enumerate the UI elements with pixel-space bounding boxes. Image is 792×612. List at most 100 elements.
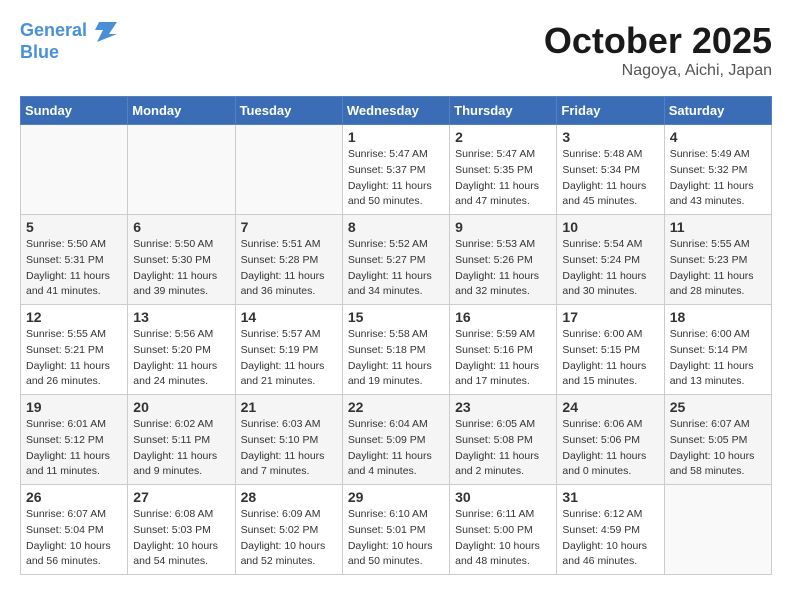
day-info: Sunrise: 6:07 AM Sunset: 5:04 PM Dayligh… — [26, 507, 122, 570]
location: Nagoya, Aichi, Japan — [544, 62, 772, 80]
day-number: 1 — [348, 129, 444, 145]
calendar-cell: 19Sunrise: 6:01 AM Sunset: 5:12 PM Dayli… — [21, 395, 128, 485]
day-info: Sunrise: 5:50 AM Sunset: 5:31 PM Dayligh… — [26, 237, 122, 300]
calendar-cell: 16 Sunrise: 5:59 AM Sunset: 5:16 PM Dayli… — [450, 305, 557, 395]
calendar-cell: 18 Sunrise: 6:00 AM Sunset: 5:14 PM Dayli… — [664, 305, 771, 395]
calendar-cell: 1Sunrise: 5:47 AM Sunset: 5:37 PM Daylig… — [342, 125, 449, 215]
day-info: Sunrise: 5:51 AM Sunset: 5:28 PM Dayligh… — [241, 237, 337, 300]
calendar-cell: 6 Sunrise: 5:50 AM Sunset: 5:30 PM Daylig… — [128, 215, 235, 305]
day-info: Sunrise: 5:47 AM Sunset: 5:35 PM Dayligh… — [455, 147, 551, 210]
day-info: Sunrise: 6:06 AM Sunset: 5:06 PM Dayligh… — [562, 417, 658, 480]
day-info: Sunrise: 5:52 AM Sunset: 5:27 PM Dayligh… — [348, 237, 444, 300]
calendar-header-thursday: Thursday — [450, 97, 557, 125]
day-number: 13 — [133, 309, 229, 325]
calendar-week-2: 5Sunrise: 5:50 AM Sunset: 5:31 PM Daylig… — [21, 215, 772, 305]
calendar-week-4: 19Sunrise: 6:01 AM Sunset: 5:12 PM Dayli… — [21, 395, 772, 485]
calendar-cell: 13 Sunrise: 5:56 AM Sunset: 5:20 PM Dayli… — [128, 305, 235, 395]
day-number: 10 — [562, 219, 658, 235]
day-info: Sunrise: 6:11 AM Sunset: 5:00 PM Dayligh… — [455, 507, 551, 570]
calendar-cell: 23Sunrise: 6:05 AM Sunset: 5:08 PM Dayli… — [450, 395, 557, 485]
calendar-cell: 27 Sunrise: 6:08 AM Sunset: 5:03 PM Dayli… — [128, 485, 235, 575]
calendar-cell — [128, 125, 235, 215]
calendar-cell: 14 Sunrise: 5:57 AM Sunset: 5:19 PM Dayli… — [235, 305, 342, 395]
day-number: 20 — [133, 399, 229, 415]
calendar-cell: 29Sunrise: 6:10 AM Sunset: 5:01 PM Dayli… — [342, 485, 449, 575]
day-number: 28 — [241, 489, 337, 505]
calendar-cell: 10 Sunrise: 5:54 AM Sunset: 5:24 PM Dayli… — [557, 215, 664, 305]
day-number: 27 — [133, 489, 229, 505]
day-info: Sunrise: 6:10 AM Sunset: 5:01 PM Dayligh… — [348, 507, 444, 570]
day-number: 12 — [26, 309, 122, 325]
calendar-cell: 12 Sunrise: 5:55 AM Sunset: 5:21 PM Dayli… — [21, 305, 128, 395]
day-info: Sunrise: 6:08 AM Sunset: 5:03 PM Dayligh… — [133, 507, 229, 570]
month-title: October 2025 — [544, 20, 772, 62]
calendar-week-1: 1Sunrise: 5:47 AM Sunset: 5:37 PM Daylig… — [21, 125, 772, 215]
day-number: 6 — [133, 219, 229, 235]
calendar-header-saturday: Saturday — [664, 97, 771, 125]
day-number: 16 — [455, 309, 551, 325]
day-info: Sunrise: 5:48 AM Sunset: 5:34 PM Dayligh… — [562, 147, 658, 210]
calendar-cell: 5Sunrise: 5:50 AM Sunset: 5:31 PM Daylig… — [21, 215, 128, 305]
day-info: Sunrise: 6:04 AM Sunset: 5:09 PM Dayligh… — [348, 417, 444, 480]
day-info: Sunrise: 6:09 AM Sunset: 5:02 PM Dayligh… — [241, 507, 337, 570]
day-number: 2 — [455, 129, 551, 145]
day-info: Sunrise: 5:59 AM Sunset: 5:16 PM Dayligh… — [455, 327, 551, 390]
day-number: 31 — [562, 489, 658, 505]
day-number: 15 — [348, 309, 444, 325]
title-block: October 2025 Nagoya, Aichi, Japan — [544, 20, 772, 80]
day-info: Sunrise: 6:03 AM Sunset: 5:10 PM Dayligh… — [241, 417, 337, 480]
calendar-header-wednesday: Wednesday — [342, 97, 449, 125]
calendar-cell: 3 Sunrise: 5:48 AM Sunset: 5:34 PM Daylig… — [557, 125, 664, 215]
day-info: Sunrise: 5:50 AM Sunset: 5:30 PM Dayligh… — [133, 237, 229, 300]
calendar-cell: 2 Sunrise: 5:47 AM Sunset: 5:35 PM Daylig… — [450, 125, 557, 215]
calendar-cell: 21Sunrise: 6:03 AM Sunset: 5:10 PM Dayli… — [235, 395, 342, 485]
day-info: Sunrise: 5:55 AM Sunset: 5:21 PM Dayligh… — [26, 327, 122, 390]
calendar-cell: 15 Sunrise: 5:58 AM Sunset: 5:18 PM Dayli… — [342, 305, 449, 395]
day-number: 26 — [26, 489, 122, 505]
calendar-cell: 4 Sunrise: 5:49 AM Sunset: 5:32 PM Daylig… — [664, 125, 771, 215]
calendar-cell: 20Sunrise: 6:02 AM Sunset: 5:11 PM Dayli… — [128, 395, 235, 485]
calendar-cell: 24 Sunrise: 6:06 AM Sunset: 5:06 PM Dayli… — [557, 395, 664, 485]
day-number: 14 — [241, 309, 337, 325]
day-number: 4 — [670, 129, 766, 145]
day-number: 24 — [562, 399, 658, 415]
calendar-cell: 7 Sunrise: 5:51 AM Sunset: 5:28 PM Daylig… — [235, 215, 342, 305]
logo: General Blue — [20, 20, 117, 64]
day-info: Sunrise: 5:54 AM Sunset: 5:24 PM Dayligh… — [562, 237, 658, 300]
calendar-header-row: SundayMondayTuesdayWednesdayThursdayFrid… — [21, 97, 772, 125]
calendar-cell — [664, 485, 771, 575]
calendar-cell: 30 Sunrise: 6:11 AM Sunset: 5:00 PM Dayli… — [450, 485, 557, 575]
calendar-cell: 28 Sunrise: 6:09 AM Sunset: 5:02 PM Dayli… — [235, 485, 342, 575]
day-number: 8 — [348, 219, 444, 235]
calendar-header-monday: Monday — [128, 97, 235, 125]
day-number: 3 — [562, 129, 658, 145]
calendar-cell: 9Sunrise: 5:53 AM Sunset: 5:26 PM Daylig… — [450, 215, 557, 305]
calendar-header-friday: Friday — [557, 97, 664, 125]
calendar-cell — [235, 125, 342, 215]
day-number: 22 — [348, 399, 444, 415]
day-number: 7 — [241, 219, 337, 235]
day-info: Sunrise: 6:01 AM Sunset: 5:12 PM Dayligh… — [26, 417, 122, 480]
day-number: 23 — [455, 399, 551, 415]
calendar-cell: 8 Sunrise: 5:52 AM Sunset: 5:27 PM Daylig… — [342, 215, 449, 305]
calendar-cell — [21, 125, 128, 215]
day-info: Sunrise: 6:12 AM Sunset: 4:59 PM Dayligh… — [562, 507, 658, 570]
calendar: SundayMondayTuesdayWednesdayThursdayFrid… — [20, 96, 772, 575]
day-number: 25 — [670, 399, 766, 415]
day-info: Sunrise: 5:56 AM Sunset: 5:20 PM Dayligh… — [133, 327, 229, 390]
day-number: 18 — [670, 309, 766, 325]
calendar-cell: 31 Sunrise: 6:12 AM Sunset: 4:59 PM Dayli… — [557, 485, 664, 575]
day-info: Sunrise: 5:57 AM Sunset: 5:19 PM Dayligh… — [241, 327, 337, 390]
day-info: Sunrise: 6:00 AM Sunset: 5:15 PM Dayligh… — [562, 327, 658, 390]
calendar-cell: 11Sunrise: 5:55 AM Sunset: 5:23 PM Dayli… — [664, 215, 771, 305]
day-info: Sunrise: 6:00 AM Sunset: 5:14 PM Dayligh… — [670, 327, 766, 390]
calendar-cell: 26 Sunrise: 6:07 AM Sunset: 5:04 PM Dayli… — [21, 485, 128, 575]
calendar-header-tuesday: Tuesday — [235, 97, 342, 125]
logo-text: General Blue — [20, 20, 117, 64]
day-info: Sunrise: 5:49 AM Sunset: 5:32 PM Dayligh… — [670, 147, 766, 210]
calendar-cell: 25Sunrise: 6:07 AM Sunset: 5:05 PM Dayli… — [664, 395, 771, 485]
day-info: Sunrise: 5:58 AM Sunset: 5:18 PM Dayligh… — [348, 327, 444, 390]
day-number: 30 — [455, 489, 551, 505]
calendar-week-5: 26 Sunrise: 6:07 AM Sunset: 5:04 PM Dayli… — [21, 485, 772, 575]
day-info: Sunrise: 5:53 AM Sunset: 5:26 PM Dayligh… — [455, 237, 551, 300]
